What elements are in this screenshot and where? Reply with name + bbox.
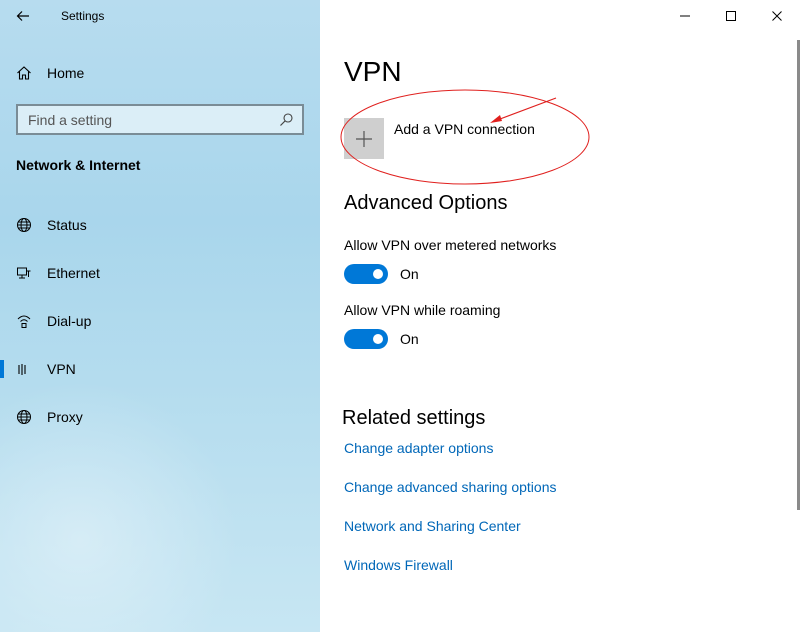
close-icon [772,11,782,21]
maximize-icon [726,11,736,21]
ethernet-icon [17,267,31,279]
title-bar: Settings [0,0,320,32]
maximize-button[interactable] [708,0,754,32]
link-change-advanced-sharing[interactable]: Change advanced sharing options [344,479,557,495]
add-vpn-label: Add a VPN connection [394,120,535,137]
roaming-toggle-state: On [400,331,419,347]
sidebar-item-vpn[interactable]: VPN [0,349,320,389]
search-box[interactable]: Find a setting [16,104,304,135]
sidebar-item-proxy[interactable]: Proxy [0,397,320,437]
plus-icon [356,130,372,147]
globe-icon [17,218,31,232]
metered-setting-label: Allow VPN over metered networks [344,237,557,253]
sidebar-item-label: VPN [47,361,76,377]
minimize-button[interactable] [662,0,708,32]
sidebar-item-label: Dial-up [47,313,92,329]
dialup-icon [17,315,31,328]
roaming-toggle[interactable] [344,329,388,349]
home-nav[interactable]: Home [16,60,84,86]
toggle-knob [373,269,383,279]
search-input[interactable]: Find a setting [28,112,278,128]
home-icon [17,66,31,80]
metered-toggle[interactable] [344,264,388,284]
vpn-icon [18,364,26,375]
roaming-toggle-row: On [344,329,419,349]
link-change-adapter-options[interactable]: Change adapter options [344,440,493,456]
selection-indicator [0,408,4,426]
selection-indicator [0,312,4,330]
sidebar-item-dialup[interactable]: Dial-up [0,301,320,341]
link-windows-firewall[interactable]: Windows Firewall [344,557,453,573]
home-label: Home [47,65,85,81]
sidebar-item-status[interactable]: Status [0,205,320,245]
search-icon[interactable] [278,112,294,128]
add-vpn-button[interactable]: Add a VPN connection [344,118,535,159]
selection-indicator [0,264,4,282]
sidebar-item-label: Proxy [47,409,83,425]
link-network-sharing-center[interactable]: Network and Sharing Center [344,518,521,534]
advanced-options-title: Advanced Options [344,192,508,214]
back-arrow-icon [16,11,29,21]
sidebar-item-label: Status [47,217,87,233]
app-title: Settings [61,9,105,23]
roaming-setting-label: Allow VPN while roaming [344,302,501,318]
back-button[interactable] [0,0,46,32]
sidebar-item-label: Ethernet [47,265,100,281]
globe-icon [17,410,31,424]
section-title: Network & Internet [16,157,141,173]
sidebar-item-ethernet[interactable]: Ethernet [0,253,320,293]
page-title: VPN [344,56,402,87]
add-vpn-tile[interactable] [344,118,384,159]
minimize-icon [680,15,690,17]
metered-toggle-row: On [344,264,419,284]
toggle-knob [373,334,383,344]
selection-indicator [0,360,4,378]
close-button[interactable] [754,0,800,32]
related-settings-title: Related settings [342,407,486,429]
selection-indicator [0,216,4,234]
sidebar: Settings Home Find a setting Network & I… [0,0,320,632]
metered-toggle-state: On [400,266,419,282]
window-controls [662,0,800,32]
main-content: VPN Add a VPN connection Advanced Option… [320,0,800,632]
